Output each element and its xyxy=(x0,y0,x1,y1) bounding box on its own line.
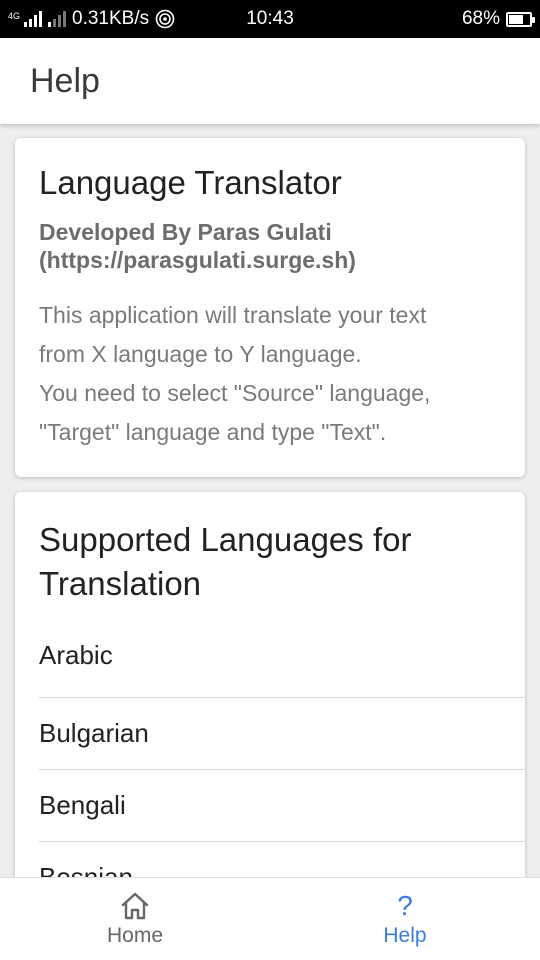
nav-home-button[interactable]: Home xyxy=(0,878,270,960)
help-icon: ? xyxy=(397,890,413,921)
app-bar: Help xyxy=(0,38,540,124)
developer-name: Developed By Paras Gulati xyxy=(39,219,332,245)
nav-help-label: Help xyxy=(383,924,427,947)
screen: 4G 0.31KB/s 10:43 68% Help Language Tran… xyxy=(0,0,540,960)
description-line: from X language to Y language. xyxy=(39,341,362,367)
developer-url: (https://parasgulati.surge.sh) xyxy=(39,247,356,273)
language-item: Arabic xyxy=(39,634,525,698)
languages-heading: Supported Languages for Translation xyxy=(39,521,412,602)
status-right: 68% xyxy=(461,8,535,30)
net-speed-label: 0.31KB/s xyxy=(72,8,150,29)
battery-percent: 68% xyxy=(461,8,500,29)
signal-strength-icon xyxy=(24,11,43,27)
language-item: Bulgarian xyxy=(39,698,525,770)
app-description: This application will translate your tex… xyxy=(39,296,501,452)
network-type-label: 4G xyxy=(8,11,21,21)
nav-help-button[interactable]: ? Help xyxy=(270,878,540,960)
status-left: 4G 0.31KB/s xyxy=(8,8,175,30)
bottom-navigation: Home ? Help xyxy=(0,877,540,960)
developer-credit: Developed By Paras Gulati (https://paras… xyxy=(39,218,501,274)
battery-fill xyxy=(509,14,523,24)
signal-strength-secondary-icon xyxy=(48,11,67,27)
language-item: Bosnian xyxy=(39,842,525,877)
language-item: Bengali xyxy=(39,770,525,842)
wifi-hotspot-icon xyxy=(155,9,175,29)
about-card: Language Translator Developed By Paras G… xyxy=(15,138,525,477)
battery-icon xyxy=(506,11,535,27)
page-title: Help xyxy=(30,61,100,100)
description-line: "Target" language and type "Text". xyxy=(39,419,387,445)
language-list: Arabic Bulgarian Bengali Bosnian xyxy=(39,634,525,877)
languages-card: Supported Languages for Translation Arab… xyxy=(15,492,525,877)
description-line: You need to select "Source" language, xyxy=(39,380,431,406)
app-name-heading: Language Translator xyxy=(39,164,342,201)
description-line: This application will translate your tex… xyxy=(39,302,427,328)
help-content[interactable]: Language Translator Developed By Paras G… xyxy=(0,124,540,877)
nav-home-label: Home xyxy=(106,924,164,947)
home-icon xyxy=(119,890,151,922)
status-bar: 4G 0.31KB/s 10:43 68% xyxy=(0,0,540,38)
